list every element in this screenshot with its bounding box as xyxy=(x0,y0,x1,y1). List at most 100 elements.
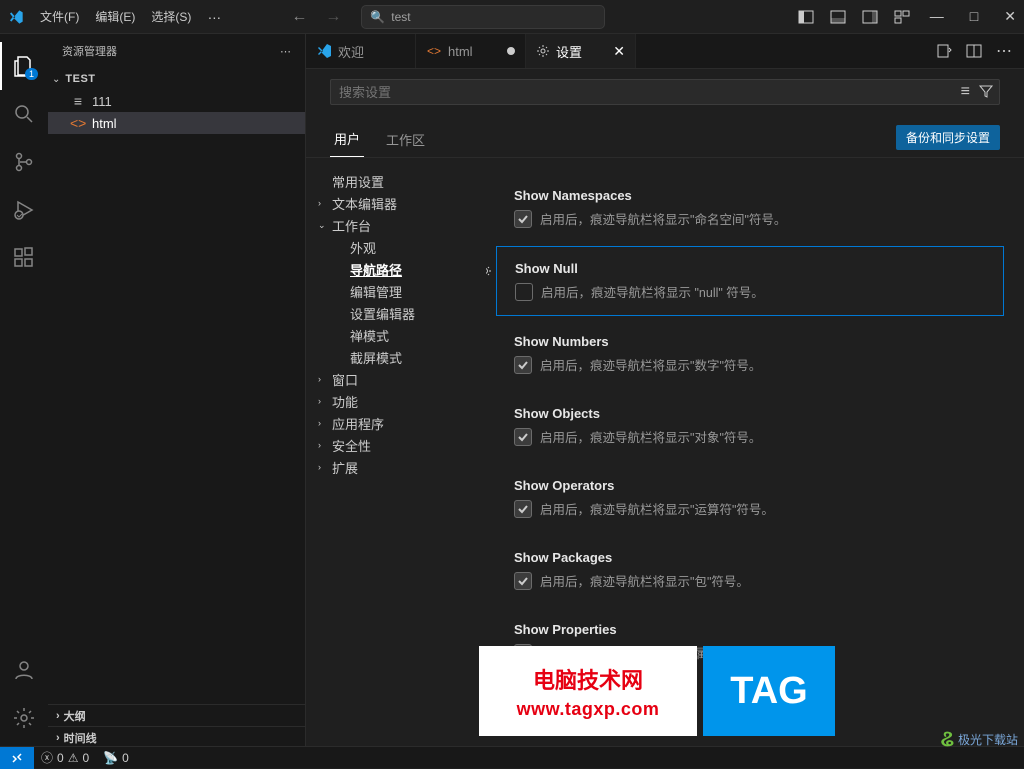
setting-show-objects: Show Objects 启用后，痕迹导航栏将显示"对象"符号。 xyxy=(496,392,1004,460)
checkbox-show-numbers[interactable] xyxy=(514,356,532,374)
title-bar: 文件(F) 编辑(E) 选择(S) … ← → 🔍 test — □ ✕ xyxy=(0,0,1024,34)
watermark-tag: TAG xyxy=(703,646,835,736)
menu-more-icon[interactable]: … xyxy=(207,6,221,27)
nav-back-icon[interactable]: ← xyxy=(291,8,307,26)
gear-icon[interactable] xyxy=(486,263,493,279)
file-icon: ≡ xyxy=(70,93,86,109)
toc-window[interactable]: ›窗口 xyxy=(306,368,486,390)
activity-extensions[interactable] xyxy=(0,234,48,282)
editor-more-icon[interactable]: ⋯ xyxy=(996,41,1012,61)
menu-edit[interactable]: 编辑(E) xyxy=(89,6,141,27)
toc-text-editor[interactable]: ›文本编辑器 xyxy=(306,192,486,214)
tab-close-icon[interactable]: ✕ xyxy=(613,43,625,60)
explorer-badge: 1 xyxy=(25,68,38,80)
activity-scm[interactable] xyxy=(0,138,48,186)
vscode-logo-icon xyxy=(8,9,24,25)
settings-toc: 常用设置 ›文本编辑器 ⌄工作台 外观 导航路径 编辑管理 设置编辑器 禅模式 … xyxy=(306,158,486,748)
window-minimize-icon[interactable]: — xyxy=(930,8,944,25)
tab-settings[interactable]: 设置 ✕ xyxy=(526,34,636,68)
chevron-right-icon: › xyxy=(56,710,60,722)
tab-welcome[interactable]: 欢迎 xyxy=(306,34,416,68)
outline-section[interactable]: ›大纲 xyxy=(48,704,305,726)
menu-file[interactable]: 文件(F) xyxy=(34,6,85,27)
toc-extensions[interactable]: ›扩展 xyxy=(306,456,486,478)
nav-forward-icon[interactable]: → xyxy=(325,8,341,26)
tab-html[interactable]: <> html xyxy=(416,34,526,68)
chevron-right-icon: › xyxy=(318,396,328,406)
chevron-right-icon: › xyxy=(318,418,328,428)
timeline-section[interactable]: ›时间线 xyxy=(48,726,305,748)
chevron-right-icon: › xyxy=(318,440,328,450)
search-text: test xyxy=(391,10,410,24)
toc-common[interactable]: 常用设置 xyxy=(306,170,486,192)
activity-bar: 1 xyxy=(0,34,48,748)
remote-indicator[interactable] xyxy=(0,747,34,769)
setting-show-packages: Show Packages 启用后，痕迹导航栏将显示"包"符号。 xyxy=(496,536,1004,604)
open-settings-json-icon[interactable] xyxy=(936,43,952,59)
search-icon: 🔍 xyxy=(370,10,385,24)
file-item-111[interactable]: ≡ 111 xyxy=(48,90,305,112)
window-maximize-icon[interactable]: □ xyxy=(970,8,978,25)
status-problems[interactable]: ⓧ0 ⚠0 xyxy=(34,749,96,766)
toc-features[interactable]: ›功能 xyxy=(306,390,486,412)
explorer-header: 资源管理器 ⋯ xyxy=(48,34,305,68)
chevron-right-icon: › xyxy=(318,374,328,384)
file-item-html[interactable]: <> html xyxy=(48,112,305,134)
html-file-icon: <> xyxy=(70,115,86,131)
activity-search[interactable] xyxy=(0,90,48,138)
activity-account[interactable] xyxy=(0,646,48,694)
checkbox-show-null[interactable] xyxy=(515,283,533,301)
watermark-tagxp: 电脑技术网 www.tagxp.com xyxy=(479,646,697,736)
split-editor-icon[interactable] xyxy=(966,43,982,59)
toc-editor-mgmt[interactable]: 编辑管理 xyxy=(306,280,486,302)
layout-sidebar-left-icon[interactable] xyxy=(798,9,814,25)
filter-icon[interactable] xyxy=(978,83,994,99)
explorer-sidebar: 资源管理器 ⋯ ⌄ TEST ≡ 111 <> html ›大纲 ›时间线 xyxy=(48,34,306,748)
error-icon: ⓧ xyxy=(41,749,53,766)
toc-screencast[interactable]: 截屏模式 xyxy=(306,346,486,368)
command-center[interactable]: 🔍 test xyxy=(361,5,605,29)
swirl-icon: ଌ xyxy=(941,726,954,752)
chevron-right-icon: › xyxy=(318,198,328,208)
html-file-icon: <> xyxy=(426,44,442,58)
tabs-bar: 欢迎 <> html 设置 ✕ ⋯ xyxy=(306,34,1024,69)
setting-show-operators: Show Operators 启用后，痕迹导航栏将显示"运算符"符号。 xyxy=(496,464,1004,532)
settings-search-input[interactable] xyxy=(330,79,1000,105)
chevron-down-icon: ⌄ xyxy=(318,220,328,231)
clear-search-icon[interactable]: ≡ xyxy=(961,83,970,101)
checkbox-show-operators[interactable] xyxy=(514,500,532,518)
editor-region: 欢迎 <> html 设置 ✕ ⋯ ≡ xyxy=(306,34,1024,748)
checkbox-show-packages[interactable] xyxy=(514,572,532,590)
toc-settings-editor[interactable]: 设置编辑器 xyxy=(306,302,486,324)
setting-show-namespaces: Show Namespaces 启用后，痕迹导航栏将显示"命名空间"符号。 xyxy=(496,168,1004,242)
explorer-more-icon[interactable]: ⋯ xyxy=(280,45,291,58)
menu-select[interactable]: 选择(S) xyxy=(145,6,197,27)
toc-application[interactable]: ›应用程序 xyxy=(306,412,486,434)
activity-settings[interactable] xyxy=(0,694,48,742)
setting-show-null: Show Null 启用后，痕迹导航栏将显示 "null" 符号。 xyxy=(496,246,1004,316)
chevron-down-icon: ⌄ xyxy=(52,74,60,85)
layout-panel-icon[interactable] xyxy=(830,9,846,25)
toc-security[interactable]: ›安全性 xyxy=(306,434,486,456)
toc-breadcrumbs[interactable]: 导航路径 xyxy=(306,258,486,280)
warning-icon: ⚠ xyxy=(68,751,79,765)
activity-explorer[interactable]: 1 xyxy=(0,42,48,90)
layout-sidebar-right-icon[interactable] xyxy=(862,9,878,25)
setting-show-numbers: Show Numbers 启用后，痕迹导航栏将显示"数字"符号。 xyxy=(496,320,1004,388)
radio-icon: 📡 xyxy=(103,751,118,765)
settings-scope-workspace[interactable]: 工作区 xyxy=(382,124,429,157)
checkbox-show-namespaces[interactable] xyxy=(514,210,532,228)
toc-workbench[interactable]: ⌄工作台 xyxy=(306,214,486,236)
folder-header[interactable]: ⌄ TEST xyxy=(48,68,305,90)
window-close-icon[interactable]: ✕ xyxy=(1004,8,1016,25)
activity-debug[interactable] xyxy=(0,186,48,234)
chevron-right-icon: › xyxy=(56,732,60,744)
toc-appearance[interactable]: 外观 xyxy=(306,236,486,258)
status-ports[interactable]: 📡0 xyxy=(96,751,136,765)
layout-customize-icon[interactable] xyxy=(894,9,910,25)
checkbox-show-objects[interactable] xyxy=(514,428,532,446)
backup-sync-button[interactable]: 备份和同步设置 xyxy=(896,125,1000,150)
vscode-tab-icon xyxy=(316,43,332,59)
settings-scope-user[interactable]: 用户 xyxy=(330,123,364,157)
toc-zen-mode[interactable]: 禅模式 xyxy=(306,324,486,346)
